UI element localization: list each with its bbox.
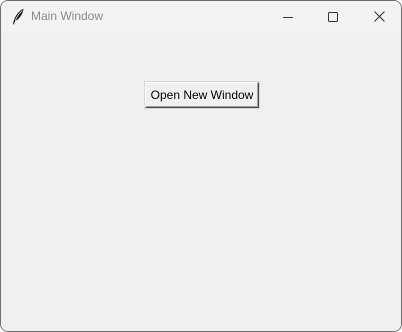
- minimize-icon: [283, 12, 293, 22]
- window-title: Main Window: [31, 9, 104, 23]
- maximize-icon: [328, 11, 338, 22]
- minimize-button[interactable]: [265, 1, 311, 32]
- feather-icon: [11, 8, 25, 25]
- close-icon: [373, 11, 385, 22]
- main-window: Main Window Open New Window: [0, 0, 402, 332]
- window-client-area: Open New Window: [1, 32, 401, 331]
- maximize-button[interactable]: [310, 1, 356, 32]
- title-bar[interactable]: Main Window: [1, 1, 401, 32]
- open-new-window-button[interactable]: Open New Window: [145, 82, 259, 108]
- close-button[interactable]: [356, 1, 401, 32]
